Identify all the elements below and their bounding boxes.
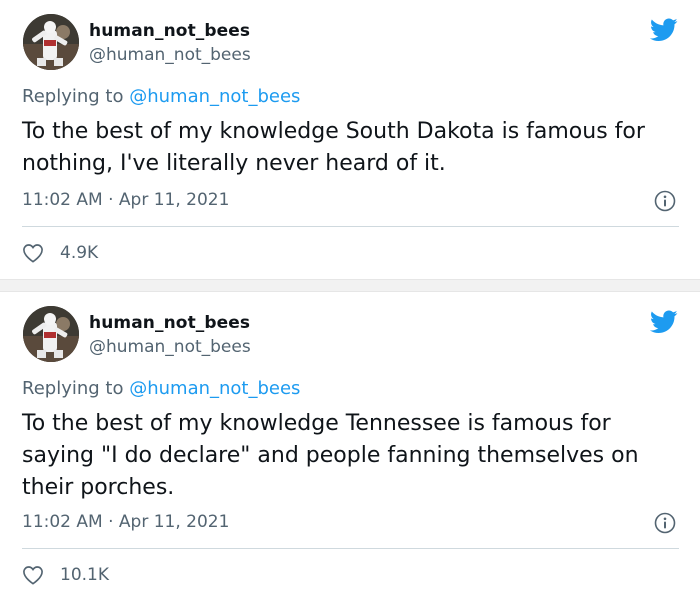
replying-to-mention[interactable]: @human_not_bees (129, 86, 300, 107)
heart-icon[interactable] (22, 565, 44, 585)
twitter-bird-icon[interactable] (650, 18, 678, 42)
divider (22, 548, 679, 549)
tweet-time[interactable]: 11:02 AM (22, 190, 103, 210)
replying-to-line: Replying to @human_not_bees (22, 86, 300, 107)
tweet-timestamp[interactable]: 11:02 AM · Apr 11, 2021 (22, 190, 229, 210)
twitter-bird-icon[interactable] (650, 310, 678, 334)
meta-separator: · (108, 190, 114, 210)
tweet-text: To the best of my knowledge Tennessee is… (22, 411, 639, 500)
meta-separator: · (108, 512, 114, 532)
replying-to-label: Replying to (22, 378, 124, 399)
display-name[interactable]: human_not_bees (89, 21, 250, 41)
tweet-card: human_not_bees @human_not_bees Replying … (0, 0, 700, 279)
tweet-separator (0, 279, 700, 292)
tweet-card: human_not_bees @human_not_bees Replying … (0, 292, 700, 603)
tweet-time[interactable]: 11:02 AM (22, 512, 103, 532)
like-count: 10.1K (60, 565, 109, 585)
user-handle[interactable]: @human_not_bees (89, 45, 251, 65)
replying-to-label: Replying to (22, 86, 124, 107)
avatar-image (23, 306, 79, 362)
tweet-date[interactable]: Apr 11, 2021 (119, 190, 230, 210)
replying-to-mention[interactable]: @human_not_bees (129, 378, 300, 399)
heart-icon[interactable] (22, 243, 44, 263)
like-button[interactable]: 10.1K (22, 565, 109, 585)
info-icon[interactable] (654, 190, 676, 212)
replying-to-line: Replying to @human_not_bees (22, 378, 300, 399)
display-name[interactable]: human_not_bees (89, 313, 250, 333)
divider (22, 226, 679, 227)
tweet-timestamp[interactable]: 11:02 AM · Apr 11, 2021 (22, 512, 229, 532)
user-handle[interactable]: @human_not_bees (89, 337, 251, 357)
info-icon[interactable] (654, 512, 676, 534)
tweet-text: To the best of my knowledge South Dakota… (22, 119, 645, 176)
avatar-image (23, 14, 79, 70)
like-count: 4.9K (60, 243, 99, 263)
tweet-date[interactable]: Apr 11, 2021 (119, 512, 230, 532)
avatar[interactable] (23, 14, 79, 70)
like-button[interactable]: 4.9K (22, 243, 98, 263)
avatar[interactable] (23, 306, 79, 362)
